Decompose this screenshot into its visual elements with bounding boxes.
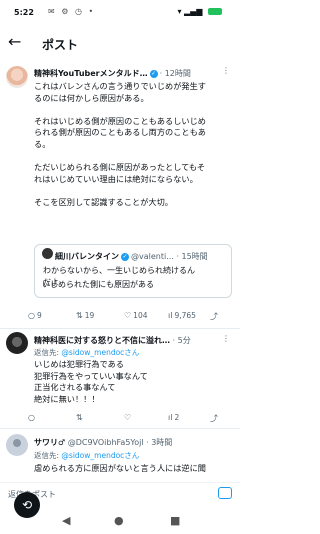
main-post-text: これはバレンさんの言う通りでいじめが発生す るのには何かしら原因がある。 それは… [34,81,206,207]
notification-icons: ✉ ⚙ ◷ • [48,7,96,16]
quoted-author-name: 細川バレンタイン [55,252,119,261]
reply2-avatar[interactable] [6,434,28,456]
battery-icon [208,8,222,15]
reply2-time: 3時間 [151,438,173,447]
nav-home-icon[interactable]: ● [114,514,124,527]
reply1-author-line: 精神科医に対する怒りと不信に溢れ… · 5分 [34,336,191,345]
reply1-reply-to: 返信先: @sidow_mendocさん [34,348,140,357]
share-button[interactable]: ⤴ [210,413,220,424]
reply-icon: ○ [28,311,35,320]
reply1-avatar[interactable] [6,332,28,354]
system-icons: ▾ ▂▄▆ [177,7,222,16]
share-icon: ⤴ [210,312,218,321]
divider [0,328,240,329]
reply2-handle: @DC9VOibhFa5Yojl [67,438,144,447]
nav-back-icon[interactable]: ◀ [62,514,70,527]
views-button[interactable]: ıl 9,765 [168,311,196,320]
author-name[interactable]: 精神科YouTuberメンタルド… [34,69,148,78]
views-icon: ıl [168,311,173,320]
main-post-actions: ○ 9 ⇅ 19 ♡ 104 ıl 9,765 ⤴ [28,311,238,325]
share-button[interactable]: ⤴ [210,311,220,322]
reply-to-handle[interactable]: @sidow_mendocさん [61,451,139,460]
retweet-button[interactable]: ⇅ 19 [76,311,94,320]
more-options-icon[interactable]: ⋮ [222,334,230,343]
status-time: 5:22 [14,8,34,17]
camera-icon[interactable] [218,487,232,499]
reply1-time: 5分 [177,336,191,345]
divider [0,428,240,429]
status-bar: 5:22 ✉ ⚙ ◷ • ▾ ▂▄▆ [0,0,240,22]
top-app-bar: ← ポスト [0,28,240,60]
reply-to-handle[interactable]: @sidow_mendocさん [61,348,139,357]
reply2-author-line: サワリ♂ @DC9VOibhFa5Yojl · 3時間 [34,438,173,447]
retweet-icon: ⇅ [76,413,83,422]
like-button[interactable]: ♡ 104 [124,311,148,320]
quoted-time: 15時間 [181,252,208,261]
reply1-actions: ○ ⇅ ♡ ıl 2 ⤴ [28,413,238,427]
system-nav-bar: ◀ ● ■ [0,508,240,534]
like-button[interactable]: ♡ [124,413,133,422]
reply-icon: ○ [28,413,35,422]
back-arrow-icon[interactable]: ← [8,32,21,51]
reply-button[interactable]: ○ [28,413,37,422]
main-post-author-line: 精神科YouTuberメンタルド… ✓ · 12時間 [34,69,191,78]
retweet-icon: ⇅ [76,311,83,320]
author-avatar[interactable] [6,66,28,88]
reply2-reply-to: 返信先: @sidow_mendocさん [34,451,140,460]
reply1-text: いじめは犯罪行為である 犯罪行為をやっていい事なんて 正当化される事なんて 絶対… [34,359,148,404]
heart-icon: ♡ [124,311,132,320]
reply1-author-name[interactable]: 精神科医に対する怒りと不信に溢れ… [34,336,170,345]
verified-badge-icon: ✓ [149,69,158,78]
quoted-text-extra: いじめられた側にも原因がある [42,280,154,289]
retweet-button[interactable]: ⇅ [76,413,85,422]
views-button[interactable]: ıl 2 [168,413,179,422]
reply-button[interactable]: ○ 9 [28,311,42,320]
reply2-text: 虐められる方に原因がないと言う人には逆に聞 [34,463,206,473]
page-title: ポスト [42,38,79,52]
quoted-handle: @valenti... [131,252,174,261]
verified-badge-icon: ✓ [121,252,129,261]
quoted-author-avatar [42,248,53,259]
more-options-icon[interactable]: ⋮ [222,66,230,75]
share-icon: ⤴ [210,414,218,423]
post-time: 12時間 [164,69,191,78]
views-icon: ıl [168,413,173,422]
reply2-author-name[interactable]: サワリ♂ [34,438,65,447]
quoted-author-line: 細川バレンタイン ✓ @valenti... · 15時間 [55,252,208,261]
heart-icon: ♡ [124,413,132,422]
nav-recents-icon[interactable]: ■ [170,514,180,527]
